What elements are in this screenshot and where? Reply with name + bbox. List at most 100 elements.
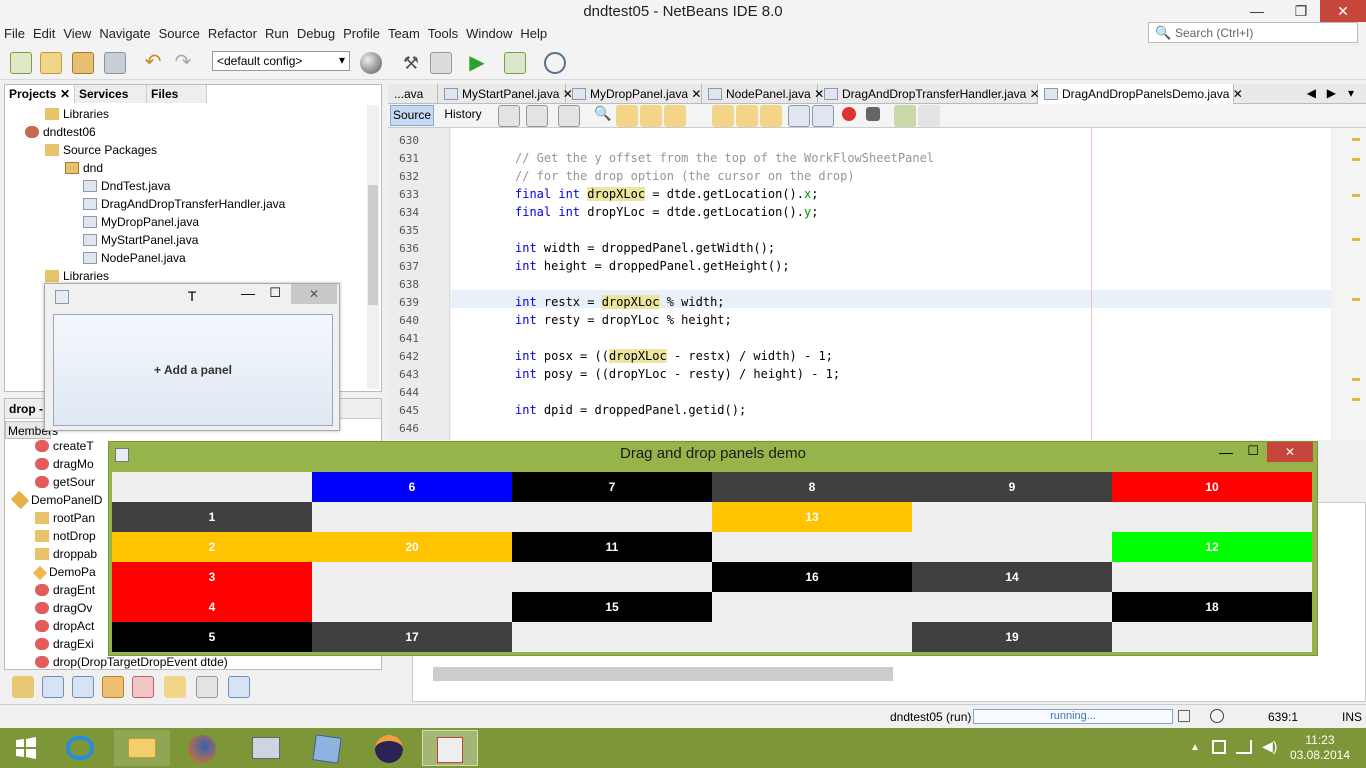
filter-private-icon[interactable] [132, 676, 154, 698]
back-icon[interactable] [526, 105, 548, 127]
start-button[interactable] [4, 730, 48, 766]
save-all-icon[interactable] [104, 52, 126, 74]
list-item[interactable]: rootPan [35, 511, 95, 525]
maximize-button[interactable]: ☐ [1247, 443, 1259, 459]
virtualbox-icon[interactable] [300, 730, 356, 766]
network-icon[interactable] [1236, 740, 1252, 754]
chevron-down-icon[interactable]: ▾ [1348, 86, 1354, 100]
menu-window[interactable]: Window [462, 24, 516, 41]
comment-icon[interactable] [918, 105, 940, 127]
tree-item-file[interactable]: MyStartPanel.java [83, 233, 198, 247]
draggable-panel[interactable]: 8 [712, 472, 912, 502]
list-item[interactable]: dragEnt [35, 583, 95, 597]
draggable-panel[interactable]: 18 [1112, 592, 1312, 622]
list-item[interactable]: createT [35, 439, 94, 453]
show-hidden-icons[interactable]: ▲ [1190, 742, 1200, 753]
clean-build-icon[interactable] [430, 52, 452, 74]
toggle-bookmark-icon[interactable] [760, 105, 782, 127]
list-item[interactable]: dragExi [35, 637, 94, 651]
profile-project-icon[interactable] [544, 52, 566, 74]
draggable-panel[interactable]: 3 [112, 562, 312, 592]
panel-grid[interactable]: 6 7 8 9 10 1 13 2 20 11 12 3 16 14 4 15 18 5 17 19 [112, 472, 1312, 652]
list-item[interactable]: dragOv [35, 601, 92, 615]
lock-icon[interactable] [102, 676, 124, 698]
list-item[interactable]: dropAct [35, 619, 94, 633]
record-macro-icon[interactable] [842, 107, 856, 121]
draggable-panel[interactable]: 7 [512, 472, 712, 502]
close-button[interactable]: ✕ [291, 284, 337, 304]
minimize-button[interactable]: — [1219, 444, 1233, 460]
prev-bookmark-icon[interactable] [712, 105, 734, 127]
code-editor[interactable]: // Get the y offset from the top of the … [451, 128, 1331, 440]
list-item[interactable]: droppab [35, 547, 97, 561]
menu-file[interactable]: File [0, 24, 29, 41]
start-test-icon[interactable] [894, 105, 916, 127]
menu-navigate[interactable]: Navigate [95, 24, 154, 41]
menu-tools[interactable]: Tools [424, 24, 462, 41]
new-file-icon[interactable] [10, 52, 32, 74]
volume-icon[interactable]: ◀) [1262, 738, 1277, 755]
list-item[interactable]: notDrop [35, 529, 96, 543]
tree-item-libraries[interactable]: Libraries [45, 269, 109, 283]
open-project-icon[interactable] [72, 52, 94, 74]
forward-icon[interactable] [558, 105, 580, 127]
menu-debug[interactable]: Debug [293, 24, 339, 41]
draggable-panel[interactable]: 16 [712, 562, 912, 592]
notifications-icon[interactable] [1210, 709, 1224, 723]
file-explorer-icon[interactable] [114, 730, 170, 766]
draggable-panel[interactable]: 20 [312, 532, 512, 562]
tree-item-file[interactable]: MyDropPanel.java [83, 215, 199, 229]
toggle-highlight-icon[interactable] [664, 105, 686, 127]
firefox-icon[interactable] [176, 730, 232, 766]
action-center-icon[interactable] [1212, 740, 1226, 754]
config-select[interactable]: <default config> ▾ [212, 51, 350, 71]
menu-team[interactable]: Team [384, 24, 424, 41]
java-icon[interactable] [422, 730, 478, 766]
perf-monitor-icon[interactable] [238, 730, 294, 766]
tree-item-file[interactable]: DragAndDropTransferHandler.java [83, 197, 285, 211]
draggable-panel[interactable]: 5 [112, 622, 312, 652]
draggable-panel[interactable]: 9 [912, 472, 1112, 502]
maximize-button[interactable]: ☐ [269, 285, 281, 301]
menu-refactor[interactable]: Refactor [204, 24, 261, 41]
ie-icon[interactable] [54, 730, 110, 766]
filter-fields-icon[interactable] [42, 676, 64, 698]
tab-file[interactable]: MyStartPanel.java ✕ [438, 84, 573, 104]
menu-profile[interactable]: Profile [339, 24, 384, 41]
build-hammer-icon[interactable]: ⚒ [400, 52, 422, 74]
stop-macro-icon[interactable] [866, 107, 880, 121]
draggable-panel[interactable]: 4 [112, 592, 312, 622]
draggable-panel[interactable]: 11 [512, 532, 712, 562]
last-edit-icon[interactable] [498, 105, 520, 127]
list-item[interactable]: DemoPa [32, 565, 96, 581]
undo-icon[interactable]: ↶ [142, 52, 164, 74]
next-bookmark-icon[interactable] [736, 105, 758, 127]
draggable-panel[interactable]: 12 [1112, 532, 1312, 562]
fqn-icon[interactable] [164, 676, 186, 698]
filter-static-icon[interactable] [72, 676, 94, 698]
scroll-tabs-left-icon[interactable]: ◀ [1307, 86, 1316, 100]
tab-file-active[interactable]: DragAndDropPanelsDemo.java ✕ [1038, 84, 1243, 104]
draggable-panel[interactable]: 19 [912, 622, 1112, 652]
tree-item-project[interactable]: dndtest06 [25, 125, 96, 139]
redo-icon[interactable]: ↷ [172, 52, 194, 74]
search-input[interactable]: 🔍 Search (Ctrl+I) [1148, 22, 1358, 43]
close-button[interactable]: ✕ [1267, 442, 1313, 462]
clock[interactable]: 11:23 03.08.2014 [1290, 733, 1350, 763]
menu-source[interactable]: Source [155, 24, 204, 41]
draggable-panel[interactable]: 14 [912, 562, 1112, 592]
eclipse-icon[interactable] [362, 730, 418, 766]
find-next-icon[interactable] [640, 105, 662, 127]
draggable-panel[interactable]: 6 [312, 472, 512, 502]
tab-source[interactable]: Source [390, 105, 434, 126]
maximize-button[interactable]: ❐ [1284, 0, 1318, 22]
tab-file[interactable]: ...ava [388, 84, 438, 104]
tab-history[interactable]: History [438, 105, 488, 126]
draggable-panel[interactable]: 2 [112, 532, 312, 562]
inherited-icon[interactable] [12, 676, 34, 698]
horizontal-scrollbar[interactable] [433, 667, 893, 681]
tree-item-source-packages[interactable]: Source Packages [45, 143, 157, 157]
list-item[interactable]: dragMo [35, 457, 94, 471]
tree-item-package[interactable]: dnd [65, 161, 103, 175]
tab-file[interactable]: NodePanel.java ✕ [702, 84, 824, 104]
